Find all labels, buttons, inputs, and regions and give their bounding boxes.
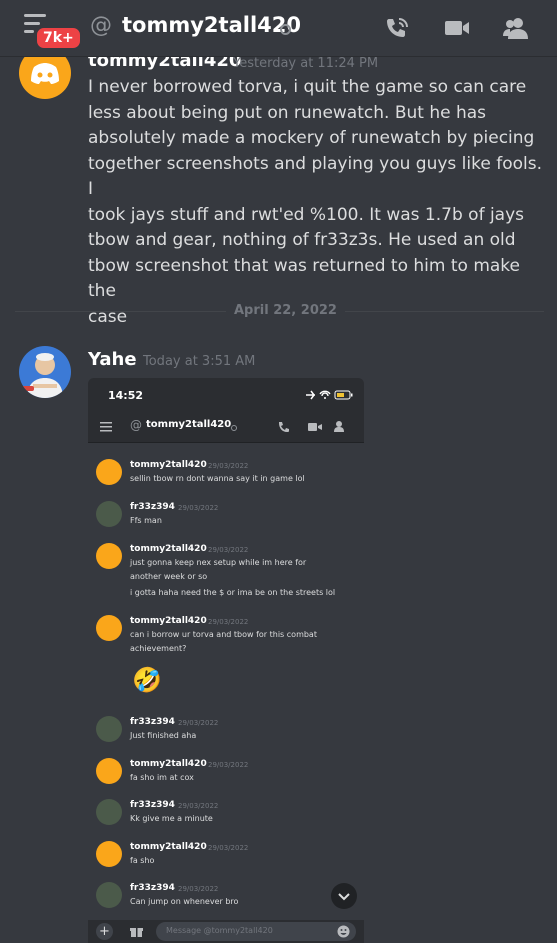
screenshot-channel-title: tommy2tall420 <box>146 419 232 430</box>
emoji-icon <box>337 925 350 938</box>
offline-status-icon <box>280 24 291 35</box>
message-timestamp: Yesterday at 11:24 PM <box>233 56 379 71</box>
avatar <box>96 615 122 641</box>
message-timestamp: 29/03/2022 <box>208 546 249 554</box>
phone-clock: 14:52 <box>108 389 144 402</box>
message-timestamp: Today at 3:51 AM <box>143 354 256 369</box>
gift-icon <box>130 928 143 937</box>
message-author: tommy2tall420 <box>130 544 207 554</box>
dm-at-icon: @ <box>90 13 112 38</box>
channel-header: 7k+ @ tommy2tall420 <box>0 0 557 57</box>
message-content: Ffs man <box>130 516 162 525</box>
rofl-emoji: 🤣 <box>132 666 162 694</box>
message-timestamp: 29/03/2022 <box>208 618 249 626</box>
message-timestamp: 29/03/2022 <box>208 761 249 769</box>
dm-at-icon: @ <box>130 418 142 432</box>
message-author: tommy2tall420 <box>130 616 207 626</box>
message-content: Can jump on whenever bro <box>130 897 239 906</box>
avatar <box>96 543 122 569</box>
message-author: fr33z394 <box>130 502 175 512</box>
avatar <box>96 501 122 527</box>
message-author: tommy2tall420 <box>130 759 207 769</box>
message-timestamp: 29/03/2022 <box>178 802 219 810</box>
message-input: Message @tommy2tall420 <box>156 922 356 941</box>
avatar <box>96 799 122 825</box>
message-content: Just finished aha <box>130 731 197 740</box>
message-content: sellin tbow rn dont wanna say it in game… <box>130 474 305 483</box>
status-icons <box>306 390 353 400</box>
message-author: tommy2tall420 <box>130 842 207 852</box>
message-content: fa sho im at cox <box>130 773 194 782</box>
video-icon[interactable] <box>444 16 470 40</box>
message-content: just gonna keep nex setup while im here … <box>130 558 336 597</box>
phone-icon[interactable] <box>384 16 410 40</box>
message-timestamp: 29/03/2022 <box>208 462 249 470</box>
avatar <box>96 841 122 867</box>
avatar <box>96 716 122 742</box>
add-icon: + <box>96 923 113 940</box>
message-author: fr33z394 <box>130 717 175 727</box>
scroll-down-button[interactable] <box>331 883 357 909</box>
message-author: tommy2tall420 <box>130 460 207 470</box>
offline-status-icon <box>231 425 237 431</box>
message-author: fr33z394 <box>130 883 175 893</box>
message-content: I never borrowed torva, i quit the game … <box>88 77 542 327</box>
message-author[interactable]: Yahe <box>88 349 137 370</box>
chevron-down-icon <box>338 893 350 901</box>
message-content: fa sho <box>130 856 155 865</box>
avatar <box>96 459 122 485</box>
message-composer: + Message @tommy2tall420 <box>88 920 364 943</box>
menu-icon <box>100 422 112 432</box>
avatar <box>96 882 122 908</box>
avatar <box>96 758 122 784</box>
date-divider-label: April 22, 2022 <box>226 303 345 318</box>
screenshot-channel-header: @ tommy2tall420 <box>88 412 364 443</box>
message-timestamp: 29/03/2022 <box>178 719 219 727</box>
phone-status-bar: 14:52 <box>88 378 364 412</box>
channel-title[interactable]: tommy2tall420 <box>122 13 301 37</box>
message-content: can i borrow ur torva and tbow for this … <box>130 630 317 653</box>
avatar[interactable] <box>19 346 71 398</box>
attachment-image[interactable]: 14:52 @ tommy2tall420 tommy2tall420 29/0… <box>88 378 364 943</box>
unread-badge: 7k+ <box>34 25 83 51</box>
message-author: fr33z394 <box>130 800 175 810</box>
message-timestamp: 29/03/2022 <box>208 844 249 852</box>
message-content: Kk give me a minute <box>130 814 213 823</box>
message-timestamp: 29/03/2022 <box>178 885 219 893</box>
header-action-icons <box>279 421 344 432</box>
message-timestamp: 29/03/2022 <box>178 504 219 512</box>
members-icon[interactable] <box>503 16 529 40</box>
